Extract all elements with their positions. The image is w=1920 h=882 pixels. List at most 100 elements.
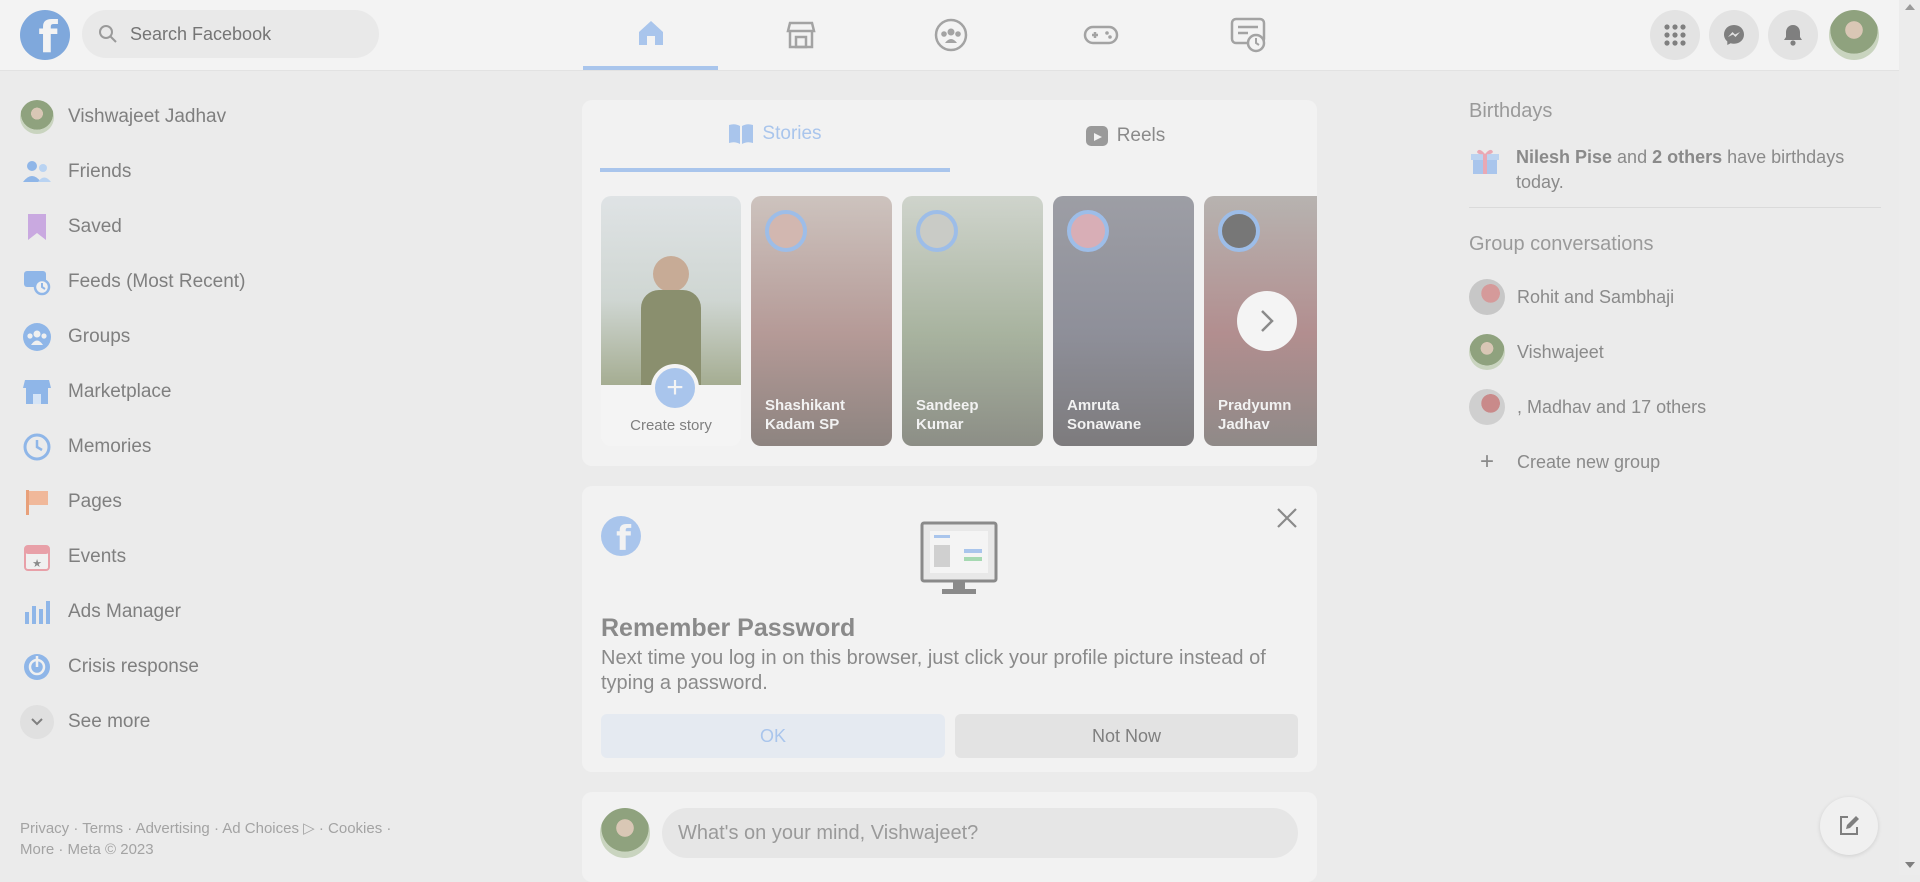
composer-placeholder: What's on your mind, Vishwajeet?	[678, 821, 979, 844]
compose-icon	[1840, 816, 1859, 835]
sidebar-item-profile[interactable]: Vishwajeet Jadhav	[20, 93, 226, 141]
story-author-line2: Kadam SP	[765, 416, 840, 433]
sidebar-item-crisis-response[interactable]: Crisis response	[20, 643, 199, 691]
sidebar-item-pages[interactable]: Pages	[20, 478, 122, 526]
feeds-icon	[1230, 17, 1265, 53]
story-author: Pradyumn Jadhav	[1218, 396, 1291, 434]
story-avatar	[765, 210, 807, 252]
close-button[interactable]	[1275, 506, 1299, 535]
ok-button[interactable]: OK	[601, 714, 945, 758]
tab-reels[interactable]: Reels	[950, 100, 1300, 172]
story-card[interactable]: Sandeep Kumar	[902, 196, 1043, 446]
remember-password-body: Next time you log in on this browser, ju…	[601, 647, 1266, 694]
group-avatar	[1469, 334, 1505, 370]
tab-reels-label: Reels	[1116, 125, 1166, 146]
story-author-line1: Sandeep	[916, 397, 979, 414]
sidebar-item-label: Marketplace	[68, 381, 172, 402]
bell-icon	[1784, 25, 1802, 46]
footer-links-line1[interactable]: Privacy · Terms · Advertising · Ad Choic…	[20, 820, 299, 837]
story-author-line2: Jadhav	[1218, 416, 1270, 433]
sidebar-item-label: Events	[68, 546, 127, 567]
crisis-response-icon	[20, 650, 54, 684]
scrollbar[interactable]	[1899, 0, 1920, 875]
birthdays-heading: Birthdays	[1469, 100, 1553, 122]
scroll-down-icon[interactable]	[1905, 862, 1915, 868]
birthday-notice[interactable]: Nilesh Pise and 2 others have birthdays …	[1516, 145, 1886, 195]
create-new-group[interactable]: + Create new group	[1469, 443, 1660, 481]
story-avatar	[916, 210, 958, 252]
sidebar-item-label: Ads Manager	[68, 601, 182, 622]
sidebar-item-label: Vishwajeet Jadhav	[68, 106, 227, 127]
apps-grid-icon	[1664, 24, 1686, 46]
notifications-button[interactable]	[1768, 10, 1818, 60]
tab-stories-label: Stories	[762, 123, 822, 144]
events-icon: ★	[20, 540, 54, 574]
profile-avatar	[20, 100, 54, 134]
group-conversation-item[interactable]: Rohit and Sambhaji	[1469, 278, 1674, 316]
sidebar-item-friends[interactable]: Friends	[20, 148, 131, 196]
composer-avatar	[600, 808, 650, 858]
group-conversation-item[interactable]: , Madhav and 17 others	[1469, 388, 1706, 426]
memories-icon	[20, 430, 54, 464]
tab-gaming[interactable]	[1033, 0, 1168, 70]
sidebar-item-label: Friends	[68, 161, 132, 182]
story-avatar	[1067, 210, 1109, 252]
sidebar-item-feeds[interactable]: Feeds (Most Recent)	[20, 258, 245, 306]
tab-groups[interactable]	[883, 0, 1018, 70]
divider	[1469, 207, 1881, 208]
story-author-line2: Kumar	[916, 416, 964, 433]
group-avatar	[1469, 389, 1505, 425]
ad-choices-icon: ▷	[303, 820, 315, 837]
tab-feeds[interactable]	[1181, 0, 1316, 70]
saved-icon	[20, 210, 54, 244]
sidebar-item-saved[interactable]: Saved	[20, 203, 122, 251]
footer-links: Privacy · Terms · Advertising · Ad Choic…	[20, 818, 420, 860]
stories-next-button[interactable]	[1237, 291, 1297, 351]
sidebar-item-events[interactable]: ★ Events	[20, 533, 126, 581]
search-input[interactable]	[128, 22, 362, 46]
create-story-card[interactable]: + Create story	[601, 196, 741, 446]
facebook-logo-icon: f	[601, 516, 641, 556]
search-icon	[99, 25, 117, 43]
sidebar-item-label: See more	[68, 711, 151, 732]
sidebar-item-marketplace[interactable]: Marketplace	[20, 368, 172, 416]
create-story-label: Create story	[630, 417, 712, 434]
story-author: Sandeep Kumar	[916, 396, 979, 434]
group-name: Vishwajeet	[1517, 341, 1604, 362]
story-author-line2: Sonawane	[1067, 416, 1142, 433]
group-conversation-item[interactable]: Vishwajeet	[1469, 333, 1604, 371]
search-box[interactable]	[82, 10, 379, 58]
sidebar-see-more[interactable]: See more	[20, 698, 150, 746]
sidebar-item-groups[interactable]: Groups	[20, 313, 130, 361]
footer-links-line2[interactable]: More · Meta © 2023	[20, 839, 420, 860]
account-avatar[interactable]	[1829, 10, 1879, 60]
create-story-photo	[601, 196, 741, 385]
ads-manager-icon	[20, 595, 54, 629]
gift-icon	[1470, 147, 1500, 182]
sidebar-item-memories[interactable]: Memories	[20, 423, 151, 471]
tab-stories[interactable]: Stories	[600, 100, 950, 172]
feeds-icon	[20, 265, 54, 299]
group-name: , Madhav and 17 others	[1517, 396, 1707, 417]
story-author: Shashikant Kadam SP	[765, 396, 845, 434]
marketplace-icon	[20, 375, 54, 409]
story-card[interactable]: Shashikant Kadam SP	[751, 196, 892, 446]
footer-cookies-link[interactable]: · Cookies ·	[319, 820, 392, 837]
chevron-right-icon	[1261, 310, 1274, 332]
story-card[interactable]: Amruta Sonawane	[1053, 196, 1194, 446]
tab-home[interactable]	[583, 0, 718, 70]
new-message-button[interactable]	[1820, 797, 1878, 855]
top-navigation-bar: f	[0, 0, 1899, 71]
not-now-button[interactable]: Not Now	[955, 714, 1298, 758]
composer-card: What's on your mind, Vishwajeet?	[582, 792, 1317, 882]
sidebar-item-ads-manager[interactable]: Ads Manager	[20, 588, 181, 636]
story-author-line1: Pradyumn	[1218, 397, 1292, 414]
composer-input[interactable]: What's on your mind, Vishwajeet?	[662, 808, 1298, 858]
scroll-up-icon[interactable]	[1905, 4, 1915, 10]
facebook-logo-icon[interactable]: f	[20, 10, 70, 60]
messenger-button[interactable]	[1709, 10, 1759, 60]
menu-button[interactable]	[1650, 10, 1700, 60]
computer-illustration-icon	[920, 521, 998, 594]
tab-marketplace[interactable]	[733, 0, 868, 70]
groups-icon	[20, 320, 54, 354]
